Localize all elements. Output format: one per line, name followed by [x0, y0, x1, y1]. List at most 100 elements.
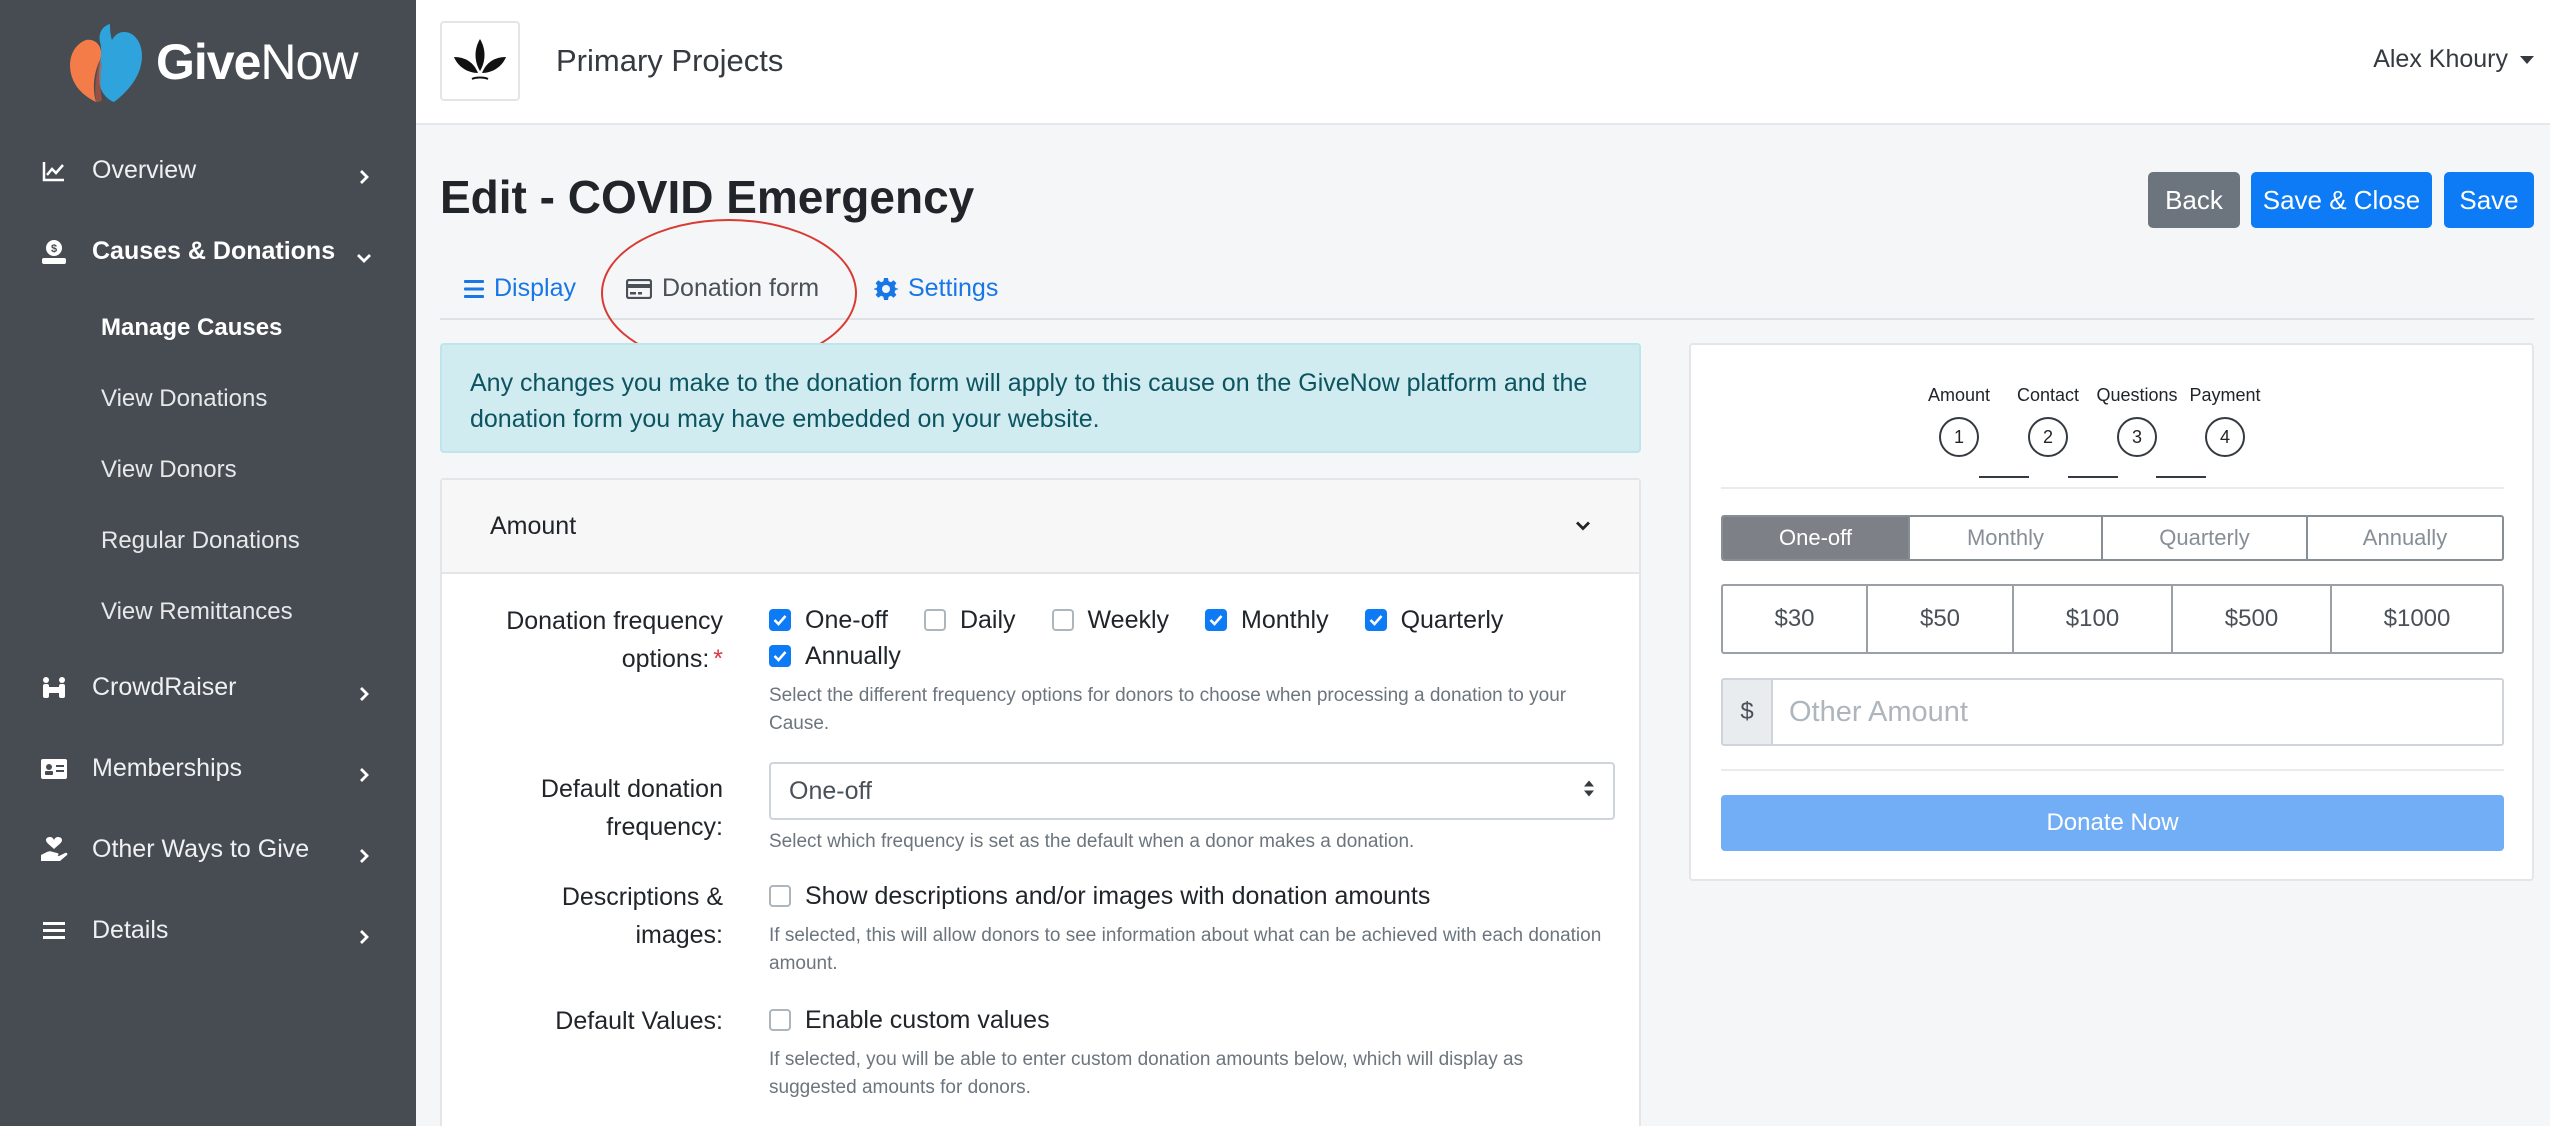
sidebar-subitem-view-remittances[interactable]: View Remittances	[0, 576, 416, 647]
frequency-checkbox-group: One-off Daily Weekly Monthly Quarterly A…	[769, 602, 1615, 674]
checkbox-checked-icon	[769, 645, 791, 667]
default-frequency-select[interactable]: One-off	[769, 762, 1615, 820]
sidebar: GiveNow Overview $ Causes & Donations Ma…	[0, 0, 416, 1126]
checkbox-weekly[interactable]: Weekly	[1051, 602, 1169, 638]
frequency-option-quarterly[interactable]: Quarterly	[2103, 517, 2308, 559]
amount-button-group: $30 $50 $100 $500 $1000	[1721, 584, 2504, 654]
tab-donation-form[interactable]: Donation form	[626, 274, 819, 303]
chevron-right-icon	[356, 680, 372, 701]
frequency-options-label: Donation frequency options: *	[506, 607, 723, 673]
step-circle: 3	[2117, 417, 2157, 457]
givenow-wordmark: GiveNow	[156, 34, 358, 90]
frequency-option-monthly[interactable]: Monthly	[1910, 517, 2103, 559]
checkbox-checked-icon	[769, 609, 791, 631]
frequency-toggle-group: One-off Monthly Quarterly Annually	[1721, 515, 2504, 561]
checkbox-unchecked-icon	[923, 609, 946, 631]
sidebar-nav: Overview $ Causes & Donations Manage Cau…	[0, 130, 416, 971]
back-button[interactable]: Back	[2148, 172, 2240, 228]
descriptions-help-text: If selected, this will allow donors to s…	[769, 925, 1602, 974]
frequency-option-one-off[interactable]: One-off	[1723, 517, 1910, 559]
checkbox-annually[interactable]: Annually	[769, 638, 901, 674]
frequency-option-annually[interactable]: Annually	[2308, 517, 2502, 559]
other-amount-input[interactable]	[1773, 680, 2502, 744]
svg-text:$: $	[51, 243, 57, 255]
save-button[interactable]: Save	[2444, 172, 2534, 228]
org-logo[interactable]	[440, 21, 520, 101]
people-carry-icon	[40, 674, 68, 702]
default-frequency-label: Default donation frequency:	[540, 775, 723, 841]
tab-display[interactable]: Display	[464, 274, 576, 303]
tab-label: Donation form	[662, 274, 820, 302]
info-alert: Any changes you make to the donation for…	[440, 343, 1641, 453]
step-connector	[2156, 476, 2206, 478]
tab-settings[interactable]: Settings	[874, 274, 998, 303]
step-circle: 2	[2028, 417, 2068, 457]
amount-button[interactable]: $100	[2014, 586, 2173, 652]
other-amount-group: $	[1721, 678, 2504, 746]
sidebar-item-label: Memberships	[92, 754, 243, 782]
checkbox-daily[interactable]: Daily	[923, 602, 1016, 638]
checkbox-quarterly[interactable]: Quarterly	[1364, 602, 1503, 638]
sidebar-item-label: CrowdRaiser	[92, 673, 237, 701]
donate-now-button[interactable]: Donate Now	[1721, 795, 2504, 851]
checkbox-one-off[interactable]: One-off	[769, 602, 888, 638]
select-value: One-off	[789, 776, 872, 805]
page-title: Edit - COVID Emergency	[440, 171, 975, 223]
checkbox-unchecked-icon	[1051, 609, 1074, 631]
divider	[1721, 487, 2504, 489]
select-arrows-icon	[1583, 777, 1595, 806]
descriptions-label: Descriptions & images:	[561, 883, 723, 949]
sidebar-subitem-view-donations[interactable]: View Donations	[0, 363, 416, 434]
checkbox-unchecked-icon	[769, 1009, 791, 1031]
sidebar-item-label: Details	[92, 916, 169, 944]
chevron-down-icon	[1575, 512, 1591, 541]
default-values-label: Default Values:	[555, 1007, 723, 1035]
donation-form-preview: Amount Contact Questions Payment 1 2 3 4…	[1689, 343, 2534, 881]
sidebar-item-label: Causes & Donations	[92, 237, 336, 265]
leaf-logo-icon	[454, 39, 506, 80]
default-values-help-text: If selected, you will be able to enter c…	[769, 1049, 1524, 1098]
step-label: Contact	[2016, 385, 2080, 405]
sidebar-item-label: Other Ways to Give	[92, 835, 310, 863]
checkbox-unchecked-icon	[769, 885, 791, 907]
id-card-icon	[40, 755, 68, 783]
sidebar-item-memberships[interactable]: Memberships	[0, 728, 416, 809]
amount-section-card: Amount Donation frequency options: * One-…	[440, 478, 1641, 1126]
sidebar-item-other-ways-to-give[interactable]: Other Ways to Give	[0, 809, 416, 890]
sidebar-item-causes-donations[interactable]: $ Causes & Donations	[0, 211, 416, 292]
sidebar-subitem-manage-causes[interactable]: Manage Causes	[0, 292, 416, 363]
bars-icon	[464, 279, 484, 298]
step-connector	[2068, 476, 2118, 478]
sidebar-item-overview[interactable]: Overview	[0, 130, 416, 211]
givenow-heart-icon	[66, 20, 148, 104]
caret-down-icon	[2520, 55, 2534, 64]
list-icon	[40, 917, 68, 945]
chevron-down-icon	[356, 244, 372, 263]
step-connector	[1979, 476, 2029, 478]
step-circle: 4	[2205, 417, 2245, 457]
sidebar-item-label: Overview	[92, 156, 197, 184]
default-frequency-help-text: Select which frequency is set as the def…	[769, 831, 1415, 852]
checkbox-monthly[interactable]: Monthly	[1205, 602, 1329, 638]
amount-button[interactable]: $1000	[2332, 586, 2502, 652]
chevron-right-icon	[356, 842, 372, 863]
user-menu[interactable]: Alex Khoury	[2373, 45, 2534, 74]
checkbox-checked-icon	[1364, 609, 1387, 631]
gear-icon	[874, 277, 898, 300]
givenow-logo[interactable]: GiveNow	[66, 20, 358, 104]
frequency-help-text: Select the different frequency options f…	[769, 685, 1567, 734]
checkbox-show-descriptions[interactable]: Show descriptions and/or images with don…	[769, 878, 1430, 914]
save-close-button[interactable]: Save & Close	[2251, 172, 2432, 228]
amount-section-header[interactable]: Amount	[442, 480, 1639, 574]
amount-button[interactable]: $30	[1723, 586, 1868, 652]
checkbox-enable-custom-values[interactable]: Enable custom values	[769, 1002, 1050, 1038]
step-label: Amount	[1927, 385, 1991, 405]
step-circle: 1	[1939, 417, 1979, 457]
sidebar-subitem-view-donors[interactable]: View Donors	[0, 434, 416, 505]
sidebar-item-details[interactable]: Details	[0, 890, 416, 971]
sidebar-item-crowdraiser[interactable]: CrowdRaiser	[0, 647, 416, 728]
amount-button[interactable]: $50	[1868, 586, 2014, 652]
amount-button[interactable]: $500	[2173, 586, 2332, 652]
hand-holding-heart-icon	[40, 836, 68, 864]
sidebar-subitem-regular-donations[interactable]: Regular Donations	[0, 505, 416, 576]
